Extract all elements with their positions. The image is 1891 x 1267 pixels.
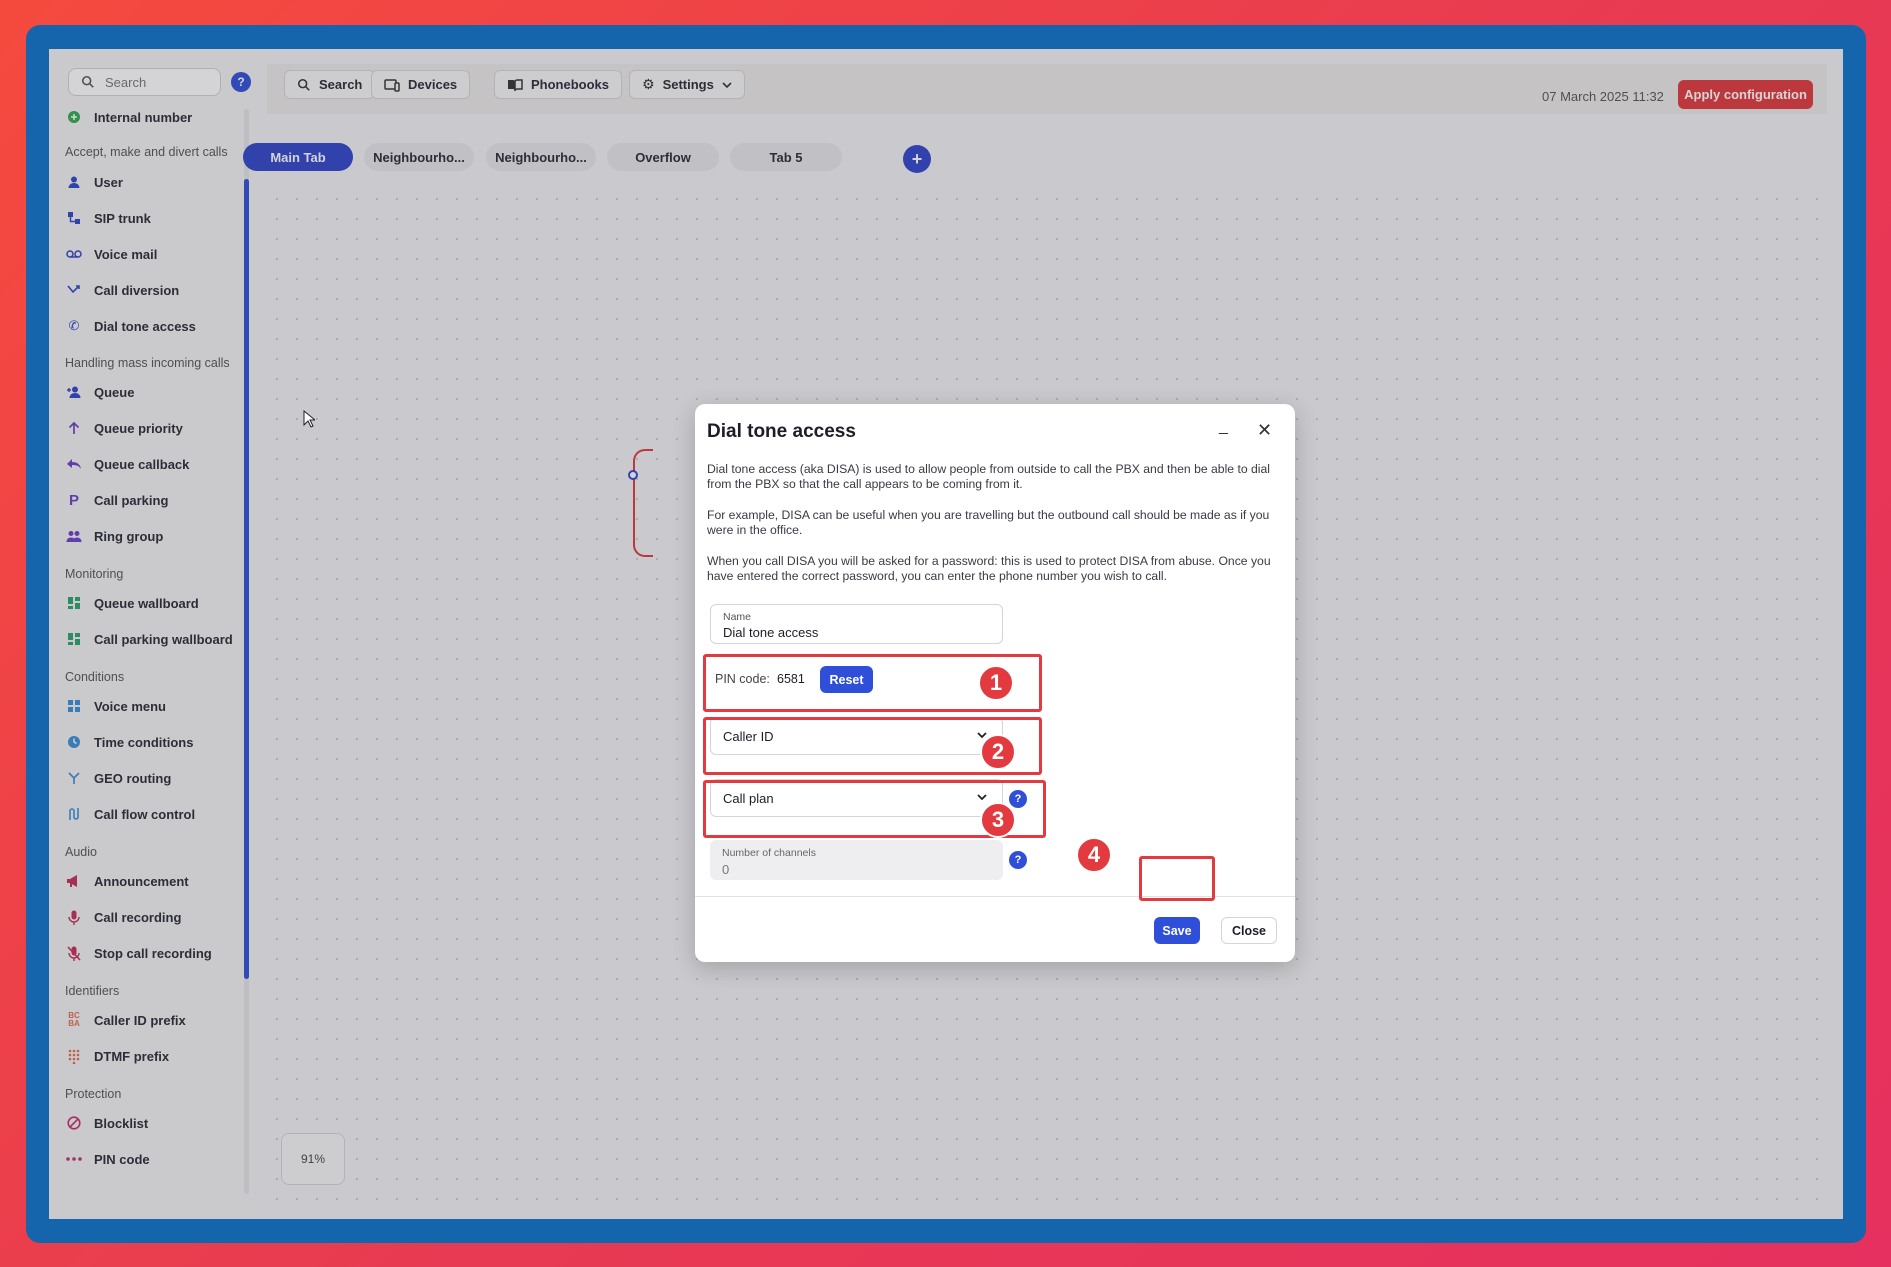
description-paragraph: For example, DISA can be useful when you… [707, 508, 1270, 537]
description-paragraph: Dial tone access (aka DISA) is used to a… [707, 462, 1270, 491]
close-icon[interactable]: ✕ [1257, 420, 1272, 441]
number-of-channels-field[interactable]: Number of channels 0 [710, 840, 1003, 880]
annotation-badge-2: 2 [980, 734, 1016, 770]
minimize-icon[interactable]: _ [1219, 418, 1228, 436]
annotation-badge-4: 4 [1076, 837, 1112, 873]
mouse-cursor-icon [303, 410, 315, 428]
save-button[interactable]: Save [1154, 917, 1200, 944]
description-paragraph: When you call DISA you will be asked for… [707, 554, 1271, 583]
channels-label: Number of channels [722, 847, 816, 859]
close-button[interactable]: Close [1221, 917, 1277, 944]
name-value: Dial tone access [723, 625, 819, 640]
dialog-title: Dial tone access [707, 421, 856, 442]
channels-value: 0 [722, 862, 730, 877]
name-field[interactable]: Name Dial tone access [710, 604, 1003, 644]
annotation-badge-1: 1 [978, 665, 1014, 701]
name-label: Name [723, 611, 752, 623]
highlight-box-4 [1139, 856, 1215, 901]
channels-help-icon[interactable]: ? [1009, 851, 1027, 869]
annotation-badge-3: 3 [980, 802, 1016, 838]
app-window: Search ? Internal number Accept, make an… [49, 49, 1843, 1219]
